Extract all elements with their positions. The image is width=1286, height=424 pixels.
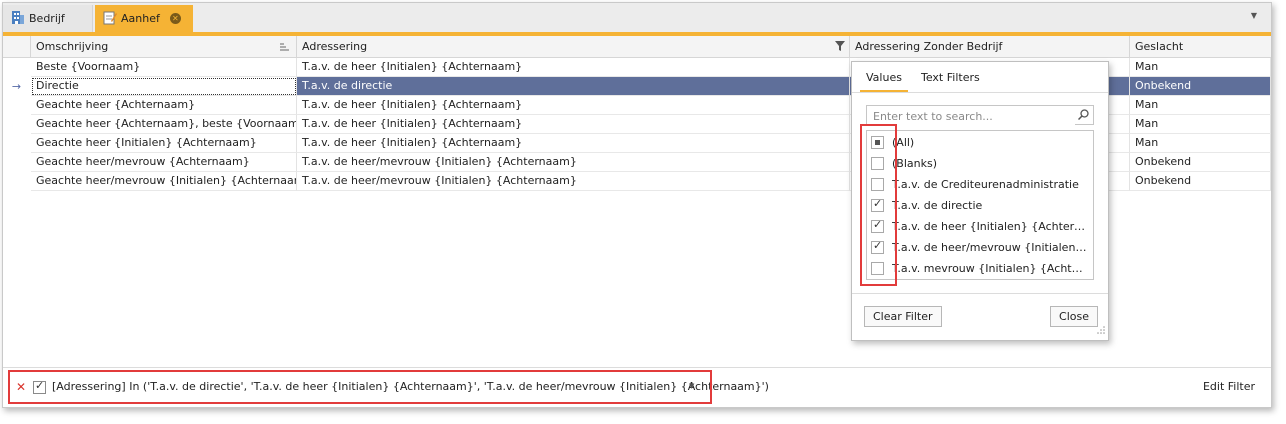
highlight-box-checkboxes: [860, 124, 897, 286]
table-cell[interactable]: Man: [1130, 115, 1271, 134]
table-cell[interactable]: Geachte heer {Initialen} {Achternaam}: [31, 134, 297, 153]
filter-value-label: T.a.v. mevrouw {Initialen} {Achternaa...: [892, 262, 1087, 275]
filter-value-label: T.a.v. de heer/mevrouw {Initialen} {A...: [892, 241, 1087, 254]
divider: [852, 293, 1108, 294]
search-icon: [1077, 109, 1089, 123]
column-header-omschrijving[interactable]: Omschrijving: [31, 36, 297, 58]
table-cell[interactable]: Beste {Voornaam}: [31, 58, 297, 77]
building-icon: [11, 10, 25, 28]
tab-bedrijf[interactable]: Bedrijf: [3, 5, 93, 32]
filter-value-item[interactable]: ✓T.a.v. de heer {Initialen} {Achternaam}: [867, 216, 1093, 237]
tab-list-dropdown-icon[interactable]: ▼: [1251, 11, 1257, 20]
table-cell[interactable]: T.a.v. de heer {Initialen} {Achternaam}: [297, 96, 850, 115]
table-cell[interactable]: Man: [1130, 96, 1271, 115]
filter-value-label: (Blanks): [892, 157, 937, 170]
table-cell[interactable]: Geachte heer {Achternaam}, beste {Voorna…: [31, 115, 297, 134]
sort-ascending-icon: [280, 42, 290, 55]
row-indicator-header: [3, 36, 31, 58]
column-header-geslacht[interactable]: Geslacht: [1130, 36, 1271, 58]
document-tab-bar: Bedrijf Aanhef ✕ ▼: [3, 3, 1271, 36]
tab-values[interactable]: Values: [860, 71, 908, 92]
tab-label-aanhef: Aanhef: [121, 12, 160, 25]
table-cell[interactable]: T.a.v. de heer {Initialen} {Achternaam}: [297, 58, 850, 77]
filter-values-list: (All) (Blanks) T.a.v. de Crediteurenadmini…: [866, 130, 1094, 280]
column-header-adressering[interactable]: Adressering: [297, 36, 850, 58]
column-header-label: Geslacht: [1135, 40, 1184, 53]
table-cell[interactable]: Onbekend: [1130, 153, 1271, 172]
table-cell[interactable]: Onbekend: [1130, 77, 1271, 96]
edit-filter-button[interactable]: Edit Filter: [1203, 380, 1255, 393]
close-button[interactable]: Close: [1050, 306, 1098, 327]
tab-label-bedrijf: Bedrijf: [29, 12, 65, 25]
table-cell[interactable]: T.a.v. de directie: [297, 77, 850, 96]
table-cell[interactable]: Man: [1130, 58, 1271, 77]
column-header-label: Omschrijving: [36, 40, 109, 53]
row-indicator[interactable]: [3, 172, 30, 191]
tab-text-filters[interactable]: Text Filters: [921, 71, 980, 84]
row-indicator[interactable]: [3, 115, 30, 134]
table-cell[interactable]: Man: [1130, 134, 1271, 153]
column-header-adressering-zonder-bedrijf[interactable]: Adressering Zonder Bedrijf: [850, 36, 1130, 58]
filter-value-item[interactable]: ✓ T.a.v. de directie: [867, 195, 1093, 216]
filter-value-item[interactable]: T.a.v. mevrouw {Initialen} {Achternaa...: [867, 258, 1093, 279]
table-cell[interactable]: Directie: [31, 77, 297, 96]
filter-value-label: T.a.v. de Crediteurenadministratie: [892, 178, 1079, 191]
column-header-label: Adressering: [302, 40, 368, 53]
table-cell[interactable]: T.a.v. de heer {Initialen} {Achternaam}: [297, 134, 850, 153]
clear-filter-button[interactable]: Clear Filter: [864, 306, 942, 327]
filter-value-item[interactable]: T.a.v. de Crediteurenadministratie: [867, 174, 1093, 195]
resize-grip-icon[interactable]: [1097, 324, 1105, 337]
row-indicator[interactable]: [3, 96, 30, 115]
filter-search-input[interactable]: [871, 107, 1075, 125]
table-cell[interactable]: Geachte heer/mevrouw {Achternaam}: [31, 153, 297, 172]
filter-funnel-icon[interactable]: [835, 41, 845, 54]
edit-document-icon: [103, 10, 117, 28]
highlight-box-filter: [8, 370, 712, 404]
filter-value-label: T.a.v. de heer {Initialen} {Achternaam}: [892, 220, 1087, 233]
row-indicator[interactable]: [3, 134, 30, 153]
row-focus-arrow-icon[interactable]: →: [3, 77, 30, 96]
filter-value-item[interactable]: ✓T.a.v. de heer/mevrouw {Initialen} {A..…: [867, 237, 1093, 258]
row-indicator[interactable]: [3, 58, 30, 77]
filter-search-box: [866, 105, 1094, 125]
table-cell[interactable]: Geachte heer {Achternaam}: [31, 96, 297, 115]
column-header-label: Adressering Zonder Bedrijf: [855, 40, 1003, 53]
table-cell[interactable]: Onbekend: [1130, 172, 1271, 191]
filter-popup: Values Text Filters (All) (Blanks) T.a.v. …: [851, 61, 1109, 341]
filter-popup-tabs: Values Text Filters: [852, 62, 1108, 93]
tab-aanhef[interactable]: Aanhef ✕: [95, 5, 193, 32]
app-window: Bedrijf Aanhef ✕ ▼ Omschrijving Adresser…: [2, 2, 1272, 408]
filter-value-label: T.a.v. de directie: [892, 199, 983, 212]
filter-value-label: (All): [892, 136, 915, 149]
table-cell[interactable]: T.a.v. de heer/mevrouw {Initialen} {Acht…: [297, 172, 850, 191]
filter-value-item[interactable]: (All): [867, 132, 1093, 153]
filter-panel: ✕ ✓ [Adressering] In ('T.a.v. de directi…: [3, 367, 1271, 407]
table-cell[interactable]: T.a.v. de heer/mevrouw {Initialen} {Acht…: [297, 153, 850, 172]
close-icon[interactable]: ✕: [169, 13, 181, 24]
row-indicator[interactable]: [3, 153, 30, 172]
table-cell[interactable]: Geachte heer/mevrouw {Initialen} {Achter…: [31, 172, 297, 191]
filter-value-item[interactable]: (Blanks): [867, 153, 1093, 174]
table-cell[interactable]: T.a.v. de heer {Initialen} {Achternaam}: [297, 115, 850, 134]
